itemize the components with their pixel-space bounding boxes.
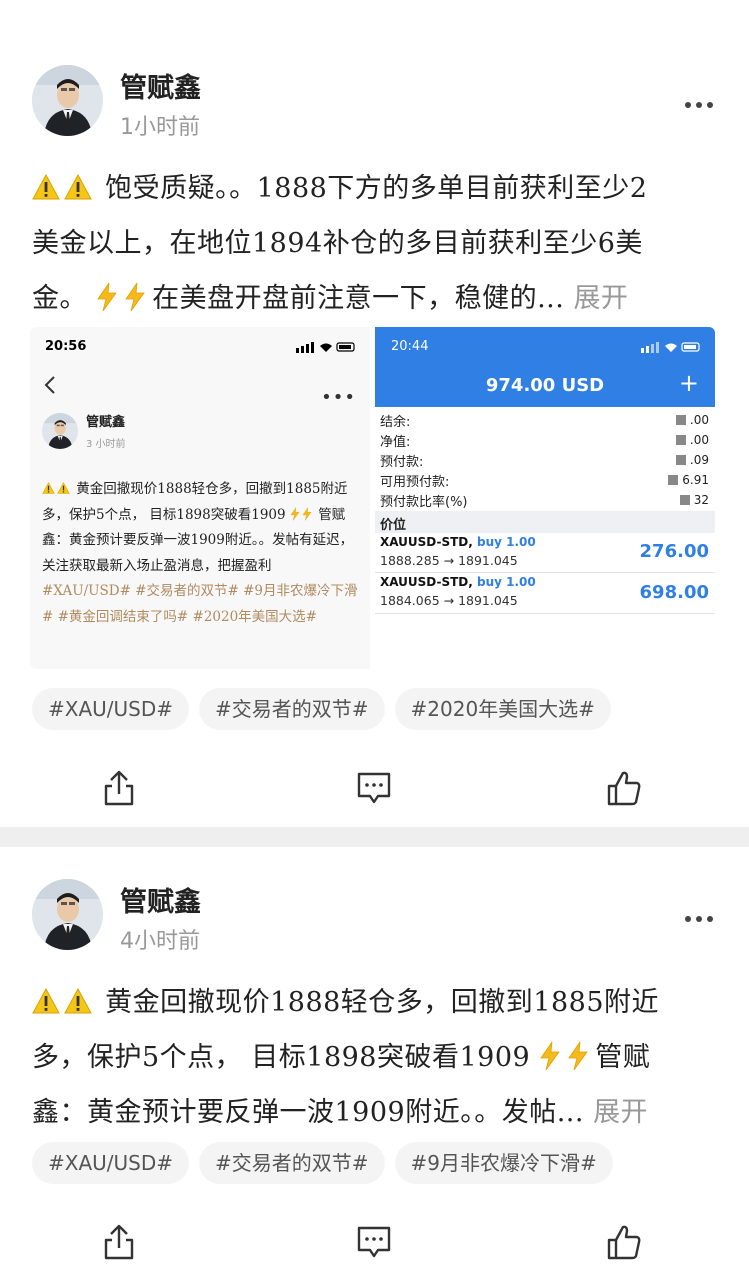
tag-chip[interactable]: #XAU/USD# (32, 688, 190, 730)
warning-icon (57, 482, 70, 494)
trading-header: 20:44 974.00 USD + (375, 327, 715, 407)
tag-list: #XAU/USD# #交易者的双节# #2020年美国大选# (32, 688, 611, 730)
tag-chip[interactable]: #交易者的双节# (199, 1142, 385, 1184)
post-text[interactable]: 黄金回撤现价1888轻仓多，回撤到1885附近 多，保护5个点， 目标1898突… (32, 975, 722, 1140)
warning-icon (32, 988, 60, 1014)
trade-prices: 1888.285 → 1891.045 (380, 553, 518, 568)
balance-title: 974.00 USD (485, 375, 605, 396)
account-row-label: 预付款: (380, 455, 424, 470)
avatar (42, 413, 78, 449)
trade-profit: 276.00 (639, 541, 709, 562)
post-text-line: 黄金回撤现价1888轻仓多，回撤到1885附近 (105, 987, 660, 1018)
lightning-icon (539, 1041, 561, 1071)
lightning-icon (302, 507, 312, 521)
account-row-label: 结余: (380, 415, 411, 430)
avatar[interactable] (32, 879, 103, 950)
comment-icon[interactable] (356, 1222, 392, 1262)
tag-chip[interactable]: #交易者的双节# (199, 688, 385, 730)
post-text-line: 多，保护5个点， 目标1898突破看1909 (32, 1042, 531, 1073)
author-name: 管赋鑫 (86, 415, 126, 430)
trade-symbol: XAUUSD-STD, buy 1.00 (380, 575, 536, 589)
author-name[interactable]: 管赋鑫 (120, 66, 201, 105)
trade-prices: 1884.065 → 1891.045 (380, 593, 518, 608)
like-icon[interactable] (606, 1222, 642, 1262)
divider (375, 613, 715, 614)
account-row-value: .00 (675, 413, 709, 427)
warning-icon (32, 174, 60, 200)
post-actions (0, 768, 749, 808)
tag-chip[interactable]: #9月非农爆冷下滑# (394, 1142, 613, 1184)
account-row-label: 可用预付款: (380, 475, 450, 490)
like-icon[interactable] (606, 768, 642, 808)
lightning-icon (124, 282, 146, 312)
post-text-line: 饱受质疑。。1888下方的多单目前获利至少2 (105, 173, 648, 204)
post-text[interactable]: 饱受质疑。。1888下方的多单目前获利至少2 美金以上，在地位1894补仓的多目… (32, 161, 722, 326)
tag-chip[interactable]: #XAU/USD# (32, 1142, 190, 1184)
expand-link[interactable]: 展开 (573, 283, 628, 314)
status-indicators-icon (641, 342, 700, 353)
post-actions (0, 1222, 749, 1262)
post-text-line: 美金以上，在地位1894补仓的多目前获利至少6美 (32, 228, 643, 259)
post-text-line: 管赋 (595, 1042, 651, 1073)
warning-icon (42, 482, 55, 494)
warning-icon (64, 988, 92, 1014)
price-section-band (375, 511, 715, 533)
price-section-label: 价位 (380, 518, 407, 533)
attached-screenshot-trading[interactable]: 20:44 974.00 USD + 结余: .00 净值: .00 预付款: … (375, 327, 715, 669)
post-time: 1小时前 (120, 115, 200, 140)
share-icon[interactable] (101, 768, 137, 808)
attached-screenshot-post[interactable]: 20:56 ••• 管赋鑫 3 小时前 黄金回撤现价1888轻仓多，回撤到188… (30, 327, 370, 669)
account-row-value: 32 (679, 493, 709, 507)
account-row-label: 净值: (380, 435, 411, 450)
lightning-icon (96, 282, 118, 312)
account-row-value: 6.91 (668, 473, 709, 487)
more-icon[interactable] (685, 102, 713, 110)
more-icon[interactable]: ••• (321, 387, 356, 408)
tag-list: #XAU/USD# #交易者的双节# #9月非农爆冷下滑# (32, 1142, 613, 1184)
post-card[interactable]: 管赋鑫 1小时前 饱受质疑。。1888下方的多单目前获利至少2 美金以上，在地位… (0, 0, 749, 827)
divider (375, 572, 715, 573)
add-icon[interactable]: + (679, 369, 699, 397)
post-time: 3 小时前 (86, 439, 126, 450)
status-indicators-icon (296, 342, 355, 353)
expand-link[interactable]: 展开 (593, 1097, 648, 1128)
post-card[interactable]: 管赋鑫 4小时前 黄金回撤现价1888轻仓多，回撤到1885附近 多，保护5个点… (0, 847, 749, 1271)
trade-profit: 698.00 (639, 582, 709, 603)
tag-chip[interactable]: #2020年美国大选# (394, 688, 611, 730)
lightning-icon (567, 1041, 589, 1071)
post-text-line: 金。 (32, 283, 87, 314)
post-images[interactable]: 20:56 ••• 管赋鑫 3 小时前 黄金回撤现价1888轻仓多，回撤到188… (30, 327, 715, 669)
avatar[interactable] (32, 65, 103, 136)
trade-symbol: XAUUSD-STD, buy 1.00 (380, 535, 536, 549)
post-hashtags: #XAU/USD# #交易者的双节# #9月非农爆冷下滑# #黄金回调结束了吗#… (42, 583, 358, 625)
lightning-icon (290, 507, 300, 521)
feed-divider (0, 827, 749, 847)
warning-icon (64, 174, 92, 200)
author-name[interactable]: 管赋鑫 (120, 880, 201, 919)
post-text-line: 鑫：黄金预计要反弹一波1909附近。。发帖... (32, 1097, 584, 1128)
post-text: 黄金回撤现价1888轻仓多，回撤到1885附近多，保护5个点， 目标1898突破… (42, 477, 364, 630)
account-row-value: .09 (675, 453, 709, 467)
account-row-label: 预付款比率(%) (380, 495, 468, 510)
status-time: 20:56 (45, 339, 87, 354)
comment-icon[interactable] (356, 768, 392, 808)
post-time: 4小时前 (120, 929, 200, 954)
account-row-value: .00 (675, 433, 709, 447)
status-time: 20:44 (391, 339, 429, 354)
share-icon[interactable] (101, 1222, 137, 1262)
back-arrow-icon[interactable] (44, 375, 56, 395)
post-text-line: 在美盘开盘前注意一下，稳健的... (152, 283, 565, 314)
more-icon[interactable] (685, 916, 713, 924)
